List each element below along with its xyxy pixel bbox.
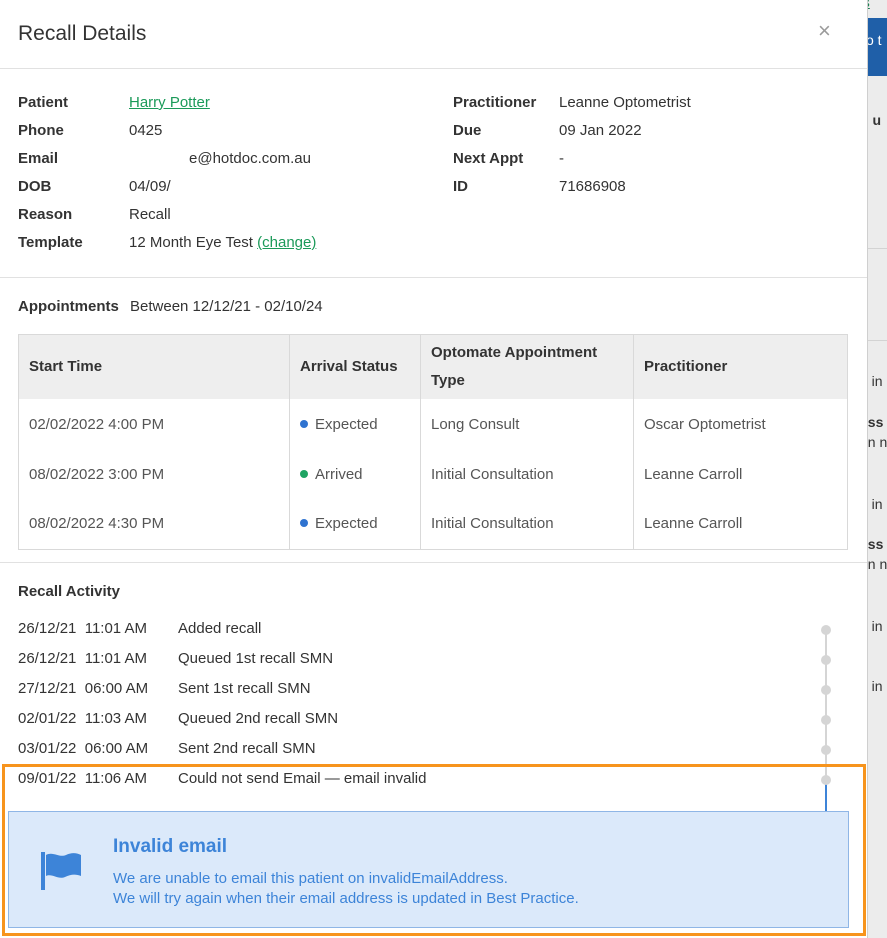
detail-label: DOB: [18, 178, 52, 195]
activity-item: 26/12/21 11:01 AM Added recall: [18, 620, 261, 637]
activity-text: Queued 2nd recall SMN: [178, 710, 339, 727]
alert-title: Invalid email: [113, 836, 228, 857]
cell-arrival-status: Arrived: [289, 449, 421, 499]
timeline-dot: [821, 685, 831, 695]
detail-value: 04/09/: [129, 178, 171, 195]
detail-label: Next Appt: [453, 150, 524, 167]
timeline-line: [825, 630, 827, 780]
cell-practitioner: Oscar Optometrist: [633, 399, 848, 449]
activity-item: 02/01/22 11:03 AM Queued 2nd recall SMN: [18, 710, 338, 727]
status-dot: [300, 419, 308, 428]
detail-value: 09 Jan 2022: [559, 122, 642, 139]
activity-item: 27/12/21 06:00 AM Sent 1st recall SMN: [18, 680, 311, 697]
table-header-row: Start Time Arrival Status Optomate Appoi…: [18, 334, 848, 399]
recall-activity-label: Recall Activity: [18, 583, 120, 600]
flag-icon: [41, 852, 81, 890]
detail-label: Patient: [18, 94, 69, 111]
close-icon[interactable]: ×: [818, 20, 831, 42]
column-header: Practitioner: [633, 334, 848, 399]
status-dot: [300, 469, 308, 478]
activity-date: 27/12/21 06:00 AM: [18, 680, 149, 697]
activity-item: 03/01/22 06:00 AM Sent 2nd recall SMN: [18, 740, 316, 757]
cell-practitioner: Leanne Carroll: [633, 499, 848, 549]
activity-text: Queued 1st recall SMN: [178, 650, 334, 667]
timeline-dot: [821, 625, 831, 635]
status-text: Expected: [315, 515, 378, 533]
detail-value: 71686908: [559, 178, 626, 195]
cell-start-time: 02/02/2022 4:00 PM: [18, 399, 290, 449]
table-row: 08/02/2022 4:30 PM Expected Initial Consul…: [18, 499, 848, 549]
detail-label: Template: [18, 234, 83, 251]
timeline-dot: [821, 655, 831, 665]
cell-appointment-type: Long Consult: [420, 399, 634, 449]
alert-message-line: We will try again when their email addre…: [113, 890, 579, 907]
cell-appointment-type: Initial Consultation: [420, 449, 634, 499]
column-header: Arrival Status: [289, 334, 421, 399]
detail-value: -: [559, 150, 564, 167]
appointments-section: Appointments Between 12/12/21 - 02/10/24…: [0, 278, 867, 563]
appointments-table: Start Time Arrival Status Optomate Appoi…: [18, 334, 848, 550]
activity-text: Sent 2nd recall SMN: [178, 740, 316, 757]
detail-value: Leanne Optometrist: [559, 94, 691, 111]
appointments-range: Between 12/12/21 - 02/10/24: [130, 298, 323, 315]
invalid-email-alert: Invalid email We are unable to email thi…: [8, 811, 849, 928]
detail-value: e@hotdoc.com.au: [189, 150, 311, 167]
cell-arrival-status: Expected: [289, 399, 421, 449]
activity-text: Added recall: [178, 620, 262, 637]
activity-date: 26/12/21 11:01 AM: [18, 620, 147, 637]
timeline-dot: [821, 745, 831, 755]
patient-details: Patient Harry Potter Phone 0425 Email e@…: [0, 69, 867, 278]
table-row: 08/02/2022 3:00 PM Arrived Initial Consult…: [18, 449, 848, 499]
activity-date: 02/01/22 11:03 AM: [18, 710, 147, 727]
alert-message-line: We are unable to email this patient on i…: [113, 870, 508, 887]
appointments-label: Appointments: [18, 298, 119, 315]
column-header: Optomate Appointment Type: [420, 334, 634, 399]
status-dot: [300, 519, 308, 528]
status-text: Arrived: [315, 465, 363, 483]
cell-practitioner: Leanne Carroll: [633, 449, 848, 499]
cell-appointment-type: Initial Consultation: [420, 499, 634, 549]
activity-text: Sent 1st recall SMN: [178, 680, 311, 697]
detail-value: 12 Month Eye Test (change): [129, 234, 316, 251]
detail-label: Due: [453, 122, 482, 139]
patient-name-link[interactable]: Harry Potter: [129, 94, 210, 111]
cell-arrival-status: Expected: [289, 499, 421, 549]
change-template-link[interactable]: (change): [257, 234, 316, 251]
template-name: 12 Month Eye Test: [129, 234, 253, 251]
detail-label: ID: [453, 178, 468, 195]
cell-start-time: 08/02/2022 4:30 PM: [18, 499, 290, 549]
activity-date: 03/01/22 06:00 AM: [18, 740, 149, 757]
detail-label: Email: [18, 150, 59, 167]
activity-date: 26/12/21 11:01 AM: [18, 650, 147, 667]
detail-label: Phone: [18, 122, 64, 139]
timeline-dot: [821, 715, 831, 725]
detail-value: 0425: [129, 122, 163, 139]
table-row: 02/02/2022 4:00 PM Expected Long Consult Os…: [18, 399, 848, 449]
modal-title: Recall Details: [18, 22, 147, 45]
modal-header: Recall Details ×: [0, 0, 867, 69]
column-header: Start Time: [18, 334, 290, 399]
detail-value: Recall: [129, 206, 171, 223]
detail-label: Practitioner: [453, 94, 537, 111]
cell-start-time: 08/02/2022 3:00 PM: [18, 449, 290, 499]
activity-item: 26/12/21 11:01 AM Queued 1st recall SMN: [18, 650, 333, 667]
status-text: Expected: [315, 415, 378, 433]
detail-label: Reason: [18, 206, 73, 223]
